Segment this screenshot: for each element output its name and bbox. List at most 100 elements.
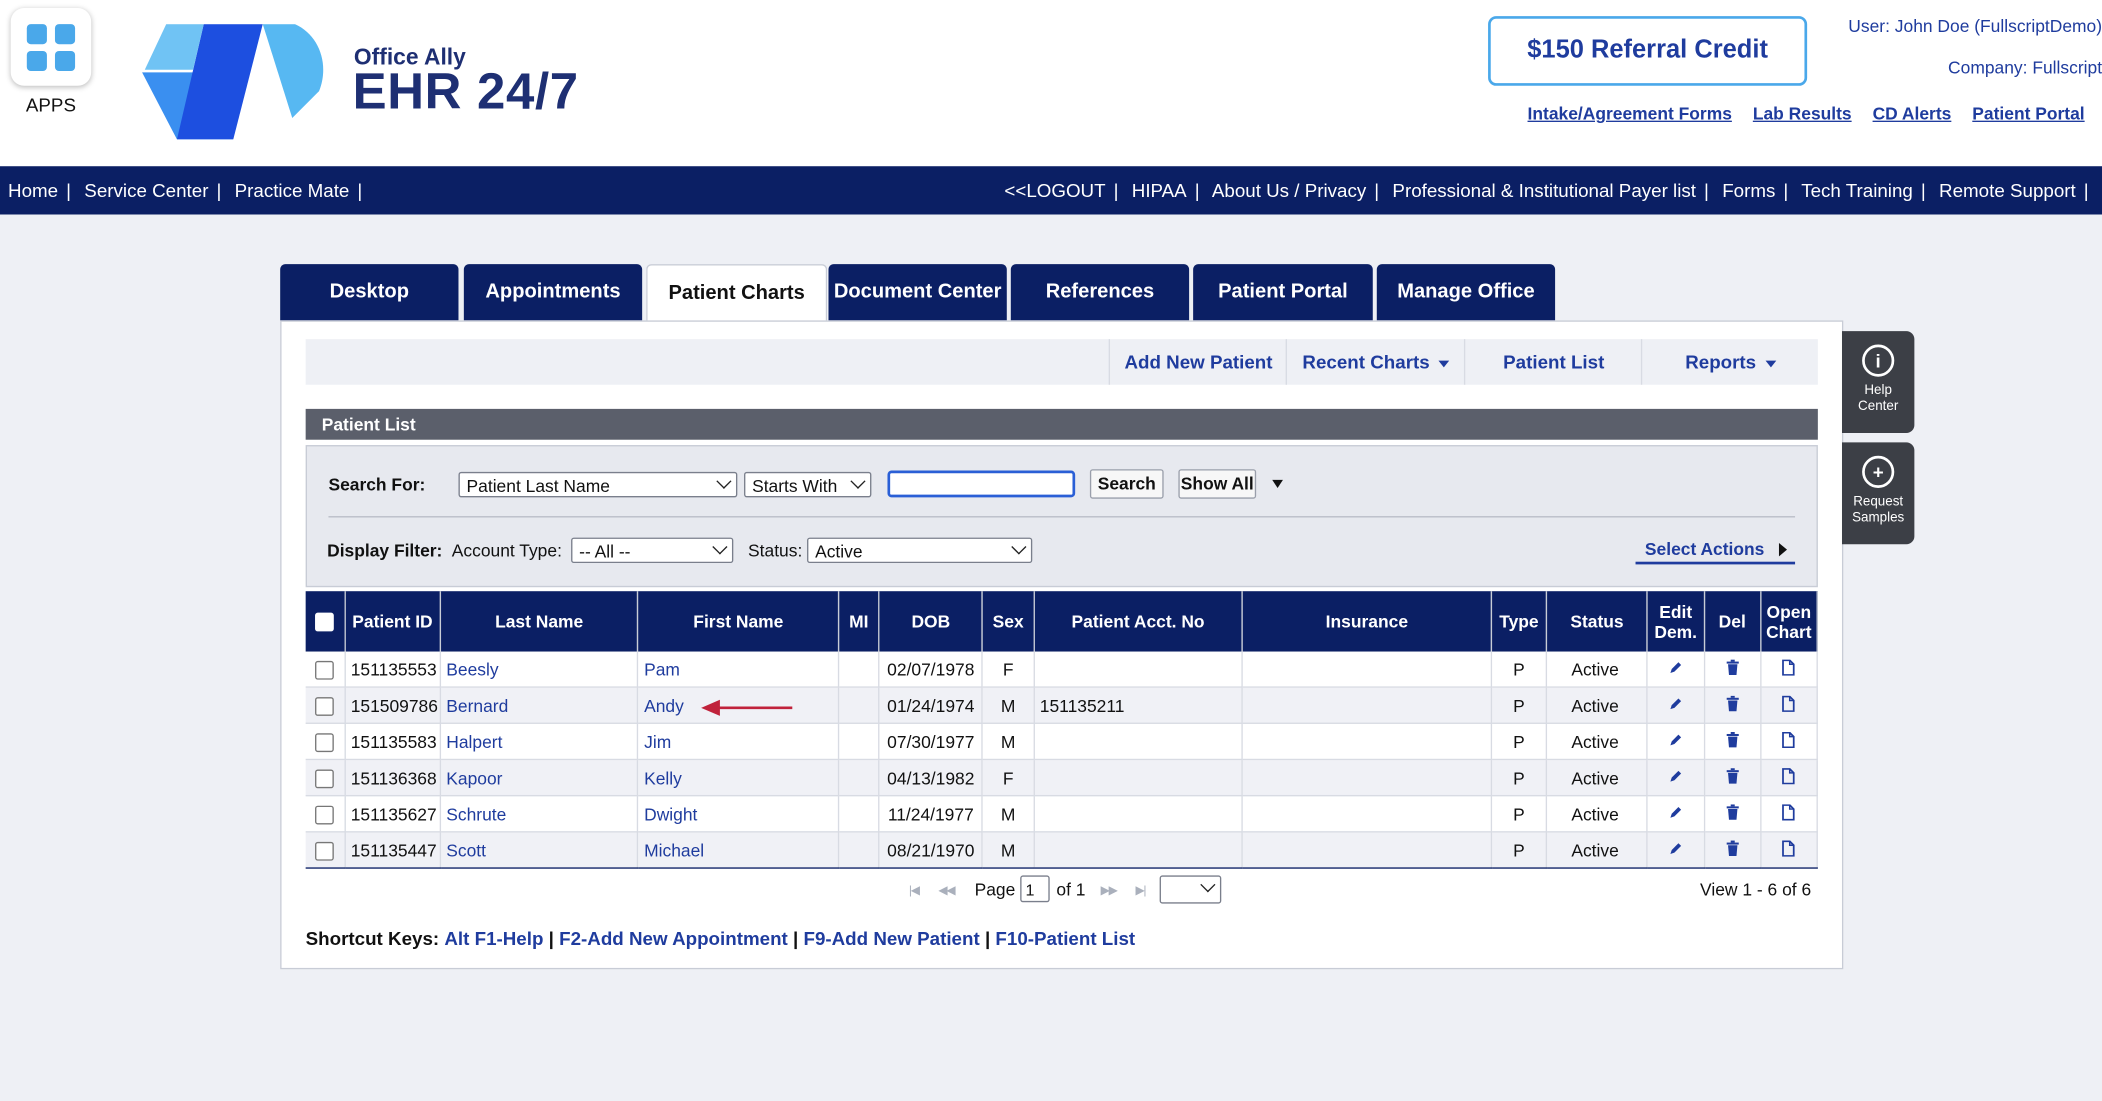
tab-manage-office[interactable]: Manage Office [1376, 264, 1556, 321]
nav-tech-training[interactable]: Tech Training [1801, 180, 1913, 201]
shortcut-add-patient[interactable]: F9-Add New Patient [803, 928, 979, 949]
last-name-link[interactable]: Schrute [446, 804, 506, 824]
edit-demographics-cell [1647, 723, 1705, 761]
open-chart-icon[interactable] [1782, 803, 1796, 824]
referral-credit-button[interactable]: $150 Referral Credit [1488, 16, 1808, 86]
col-status[interactable]: Status [1546, 591, 1649, 652]
edit-pencil-icon[interactable] [1668, 659, 1684, 679]
match-type-select[interactable]: Starts With [744, 471, 872, 498]
col-last-name[interactable]: Last Name [440, 591, 639, 652]
search-field-select[interactable]: Patient Last Name [458, 471, 738, 498]
dob-cell: 08/21/1970 [878, 831, 984, 869]
nav-hipaa[interactable]: HIPAA [1132, 180, 1187, 201]
last-name-link[interactable]: Halpert [446, 731, 502, 751]
shortcut-patient-list[interactable]: F10-Patient List [995, 928, 1135, 949]
prev-page-icon[interactable]: ◀◀ [938, 883, 955, 898]
open-chart-icon[interactable] [1782, 658, 1796, 679]
first-name-link[interactable]: Pam [644, 659, 680, 679]
nav-service-center[interactable]: Service Center [84, 180, 208, 201]
cd-alerts-link[interactable]: CD Alerts [1873, 103, 1952, 123]
open-chart-icon[interactable] [1782, 694, 1796, 715]
select-actions-menu[interactable]: Select Actions [1635, 535, 1796, 565]
col-insurance[interactable]: Insurance [1242, 591, 1493, 652]
account-type-select[interactable]: -- All -- [571, 537, 734, 564]
trash-icon[interactable] [1725, 658, 1740, 679]
tab-appointments[interactable]: Appointments [463, 264, 643, 321]
search-input[interactable] [887, 470, 1076, 498]
last-name-link[interactable]: Kapoor [446, 767, 502, 787]
first-name-link[interactable]: Michael [644, 840, 704, 860]
trash-icon[interactable] [1725, 839, 1740, 860]
help-center-widget[interactable]: i Help Center [1841, 331, 1915, 434]
nav-payer-list[interactable]: Professional & Institutional Payer list [1392, 180, 1696, 201]
row-checkbox[interactable] [315, 733, 335, 752]
nav-home[interactable]: Home [8, 180, 58, 201]
tab-patient-charts[interactable]: Patient Charts [646, 264, 828, 322]
first-name-link[interactable]: Jim [644, 731, 671, 751]
trash-icon[interactable] [1725, 803, 1740, 824]
nav-logout[interactable]: <<LOGOUT [1004, 180, 1105, 201]
tab-patient-portal[interactable]: Patient Portal [1193, 264, 1373, 321]
col-first-name[interactable]: First Name [638, 591, 840, 652]
edit-pencil-icon[interactable] [1668, 731, 1684, 751]
open-chart-icon[interactable] [1782, 767, 1796, 787]
first-page-icon[interactable]: |◀ [909, 883, 920, 898]
add-new-patient-link[interactable]: Add New Patient [1108, 339, 1287, 385]
shortcut-help[interactable]: Alt F1-Help [444, 928, 543, 949]
search-for-label: Search For: [328, 474, 426, 495]
status-select[interactable]: Active [807, 537, 1033, 564]
first-name-link[interactable]: Andy [644, 695, 684, 715]
last-page-icon[interactable]: ▶| [1135, 883, 1146, 898]
last-name-link[interactable]: Beesly [446, 659, 498, 679]
last-name-link[interactable]: Bernard [446, 695, 508, 715]
edit-pencil-icon[interactable] [1668, 840, 1684, 860]
trash-icon[interactable] [1725, 695, 1740, 715]
lab-results-link[interactable]: Lab Results [1753, 103, 1852, 123]
intake-forms-link[interactable]: Intake/Agreement Forms [1528, 103, 1732, 123]
search-button[interactable]: Search [1089, 469, 1164, 499]
row-checkbox[interactable] [315, 696, 335, 716]
tab-references[interactable]: References [1010, 264, 1190, 321]
nav-remote-support[interactable]: Remote Support [1939, 180, 2076, 201]
col-sex[interactable]: Sex [982, 591, 1035, 652]
col-acct-no[interactable]: Patient Acct. No [1033, 591, 1244, 652]
shortcut-add-appointment[interactable]: F2-Add New Appointment [559, 928, 788, 949]
show-all-button[interactable]: Show All [1178, 469, 1257, 499]
select-all-checkbox[interactable] [315, 613, 335, 632]
nav-forms[interactable]: Forms [1722, 180, 1775, 201]
pagination: |◀ ◀◀ Page 1 of 1 ▶▶ ▶| View 1 - 6 of 6 [282, 875, 1842, 904]
open-chart-icon[interactable] [1782, 731, 1796, 751]
tab-desktop[interactable]: Desktop [280, 264, 459, 321]
more-options-icon[interactable] [1272, 479, 1283, 488]
status-value: Active [815, 541, 863, 562]
row-checkbox[interactable] [315, 805, 335, 825]
patient-portal-link[interactable]: Patient Portal [1972, 103, 2084, 123]
reports-menu[interactable]: Reports [1640, 339, 1819, 385]
col-dob[interactable]: DOB [878, 591, 984, 652]
last-name-link[interactable]: Scott [446, 840, 486, 860]
edit-pencil-icon[interactable] [1668, 767, 1684, 787]
page-number-input[interactable]: 1 [1020, 875, 1050, 903]
nav-practice-mate[interactable]: Practice Mate [235, 180, 350, 201]
trash-icon[interactable] [1725, 731, 1740, 751]
row-checkbox[interactable] [315, 769, 335, 788]
col-patient-id[interactable]: Patient ID [344, 591, 441, 652]
nav-about-privacy[interactable]: About Us / Privacy [1212, 180, 1366, 201]
page-size-select[interactable] [1159, 875, 1222, 904]
edit-pencil-icon[interactable] [1668, 804, 1684, 824]
col-type[interactable]: Type [1491, 591, 1548, 652]
edit-pencil-icon[interactable] [1668, 695, 1684, 715]
request-samples-widget[interactable]: + Request Samples [1841, 442, 1915, 545]
apps-button[interactable] [10, 8, 92, 86]
patient-list-link[interactable]: Patient List [1463, 339, 1642, 385]
first-name-link[interactable]: Dwight [644, 804, 697, 824]
trash-icon[interactable] [1725, 767, 1740, 787]
row-checkbox[interactable] [315, 841, 335, 861]
tab-document-center[interactable]: Document Center [828, 264, 1007, 321]
first-name-link[interactable]: Kelly [644, 767, 682, 787]
open-chart-icon[interactable] [1782, 839, 1796, 860]
col-mi[interactable]: MI [838, 591, 880, 652]
row-checkbox[interactable] [315, 660, 335, 680]
recent-charts-menu[interactable]: Recent Charts [1285, 339, 1466, 385]
next-page-icon[interactable]: ▶▶ [1101, 883, 1118, 898]
